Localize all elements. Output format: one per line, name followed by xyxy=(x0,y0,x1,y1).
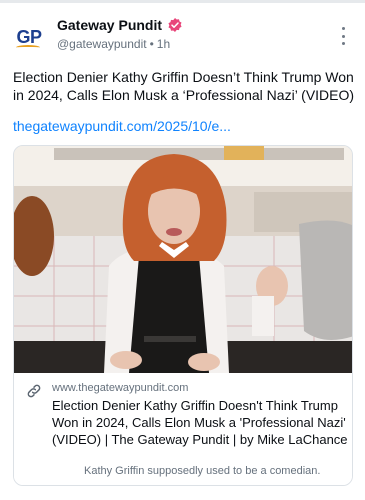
verified-badge-icon xyxy=(168,18,182,32)
post-text: Election Denier Kathy Griffin Doesn’t Th… xyxy=(13,69,355,103)
handle[interactable]: @gatewaypundit xyxy=(57,37,147,51)
link-preview-card[interactable]: www.thegatewaypundit.com Election Denier… xyxy=(13,145,353,486)
card-description: Kathy Griffin supposedly used to be a co… xyxy=(84,465,321,477)
name-row: Gateway Pundit xyxy=(57,17,183,33)
display-name[interactable]: Gateway Pundit xyxy=(57,17,162,33)
top-divider xyxy=(0,0,365,3)
handle-row: @gatewaypundit • 1h xyxy=(57,37,170,51)
post-link[interactable]: thegatewaypundit.com/2025/10/e... xyxy=(13,118,231,134)
link-icon xyxy=(27,384,41,398)
card-domain: www.thegatewaypundit.com xyxy=(52,382,189,394)
more-vertical-icon[interactable] xyxy=(337,27,349,45)
avatar-swoosh xyxy=(16,45,40,50)
card-thumbnail xyxy=(14,146,352,373)
post-header: GP Gateway Pundit @gatewaypundit • 1h xyxy=(13,15,353,57)
card-meta: www.thegatewaypundit.com Election Denier… xyxy=(14,373,352,485)
avatar[interactable]: GP xyxy=(13,21,45,53)
timestamp[interactable]: 1h xyxy=(157,37,170,51)
card-title: Election Denier Kathy Griffin Doesn't Th… xyxy=(52,398,348,447)
separator-dot: • xyxy=(149,37,154,51)
